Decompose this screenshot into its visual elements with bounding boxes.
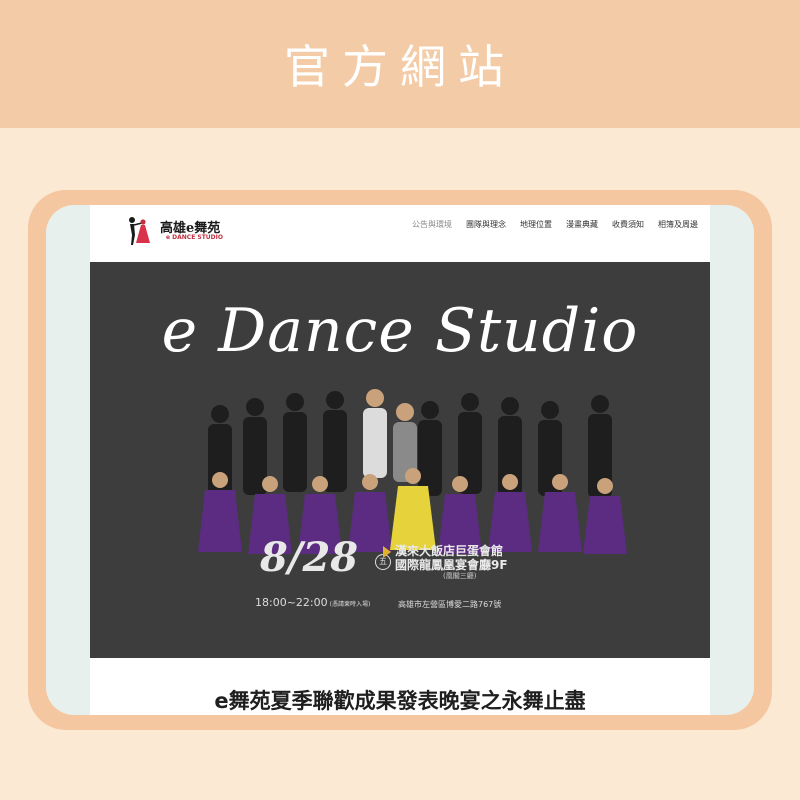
banner-title: 官方網站 [284,40,516,94]
event-time-note: (憑請柬時入場) [329,601,371,608]
nav-item-comics[interactable]: 漫畫典藏 [566,219,598,230]
dancer-couple-icon [129,217,150,245]
nav-item-albums[interactable]: 相簿及周邊 [658,219,698,230]
post-title[interactable]: e舞苑夏季聯歡成果發表晚宴之永舞止盡 [90,685,710,715]
venue-line-1: 漢來大飯店巨蛋會館 [395,544,504,558]
site-header: 高雄e舞苑 e DANCE STUDIO 公告與環境 團隊與理念 地理位置 漫畫… [90,205,710,261]
event-time: 18:00~22:00 (憑請柬時入場) [255,596,370,609]
hero-banner[interactable]: e Dance Studio 8/28 五 漢來大飯店巨蛋會館 國際龍鳳凰宴會廳… [90,262,710,658]
venue-note: (凰閣三廳) [443,572,477,580]
nav-item-team[interactable]: 團隊與理念 [466,219,506,230]
top-banner: 官方網站 [0,0,800,128]
play-arrow-icon [383,546,391,558]
logo-subtext: e DANCE STUDIO [166,233,223,241]
venue-line-2: 國際龍鳳凰宴會廳9F [395,558,508,572]
website-screenshot: 高雄e舞苑 e DANCE STUDIO 公告與環境 團隊與理念 地理位置 漫畫… [90,205,710,715]
event-date: 8/28 [260,534,359,581]
logo-text: 高雄e舞苑 [160,220,221,236]
nav-item-fees[interactable]: 收費須知 [612,219,644,230]
event-venue: 漢來大飯店巨蛋會館 國際龍鳳凰宴會廳9F (凰閣三廳) [383,544,508,581]
event-address: 高雄市左營區博愛二路767號 [398,600,502,609]
site-logo[interactable]: 高雄e舞苑 e DANCE STUDIO [122,215,223,247]
nav-item-location[interactable]: 地理位置 [520,219,552,230]
hero-title: e Dance Studio [161,296,639,366]
nav-item-announcements[interactable]: 公告與環境 [412,219,452,230]
event-time-range: 18:00~22:00 [255,596,328,609]
main-nav: 公告與環境 團隊與理念 地理位置 漫畫典藏 收費須知 相簿及周邊 [412,219,698,230]
